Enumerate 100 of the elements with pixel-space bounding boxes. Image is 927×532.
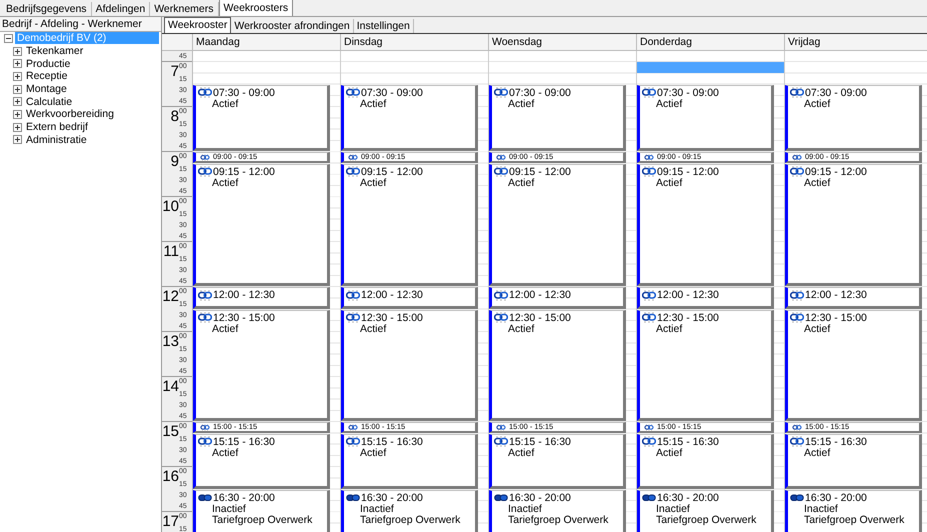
shift-label: Tariefgroep Overwerk [359,514,462,526]
shift-label: Actief [803,98,832,110]
tree-item[interactable]: Productie [24,58,72,70]
shift-block[interactable]: 16:30 - 20:00 Inactief Tariefgroep Overwerk [785,490,922,532]
shift-label: Actief [803,178,832,188]
shift-block[interactable]: 12:30 - 15:00 Actief [489,310,626,422]
shift-block[interactable]: 15:15 - 16:30 Actief [193,434,330,489]
shift-label: Actief [359,98,388,110]
expand-icon[interactable] [13,97,22,106]
shift-time: 16:30 - 20:00 [657,492,719,504]
tab[interactable]: Werkrooster afrondingen [231,19,354,33]
shift-time: 12:00 - 12:30 [509,289,571,302]
shift-block[interactable]: 09:15 - 12:00 Actief [489,164,626,286]
shift-label: Inactief [507,504,543,515]
tree-item[interactable]: Werkvoorbereiding [24,108,116,120]
shift-block[interactable]: 12:30 - 15:00 Actief [785,310,922,422]
shift-time: 12:00 - 12:30 [361,289,423,302]
shift-time: 12:00 - 12:30 [805,289,867,302]
shift-time: 09:15 - 12:00 [361,166,423,178]
shift-block[interactable]: 15:15 - 16:30 Actief [785,434,922,489]
day-header: Donderdag [637,34,785,50]
shift-time: 16:30 - 20:00 [213,492,275,504]
tree-item[interactable]: Calculatie [24,96,74,108]
hour-label: 9 [170,152,179,172]
shift-block[interactable]: 15:15 - 16:30 Actief [489,434,626,489]
shift-label: Actief [507,98,536,110]
shift-time: 09:15 - 12:00 [509,166,571,178]
tab[interactable]: Instellingen [354,19,414,33]
shift-block[interactable]: 15:15 - 16:30 Actief [341,434,478,489]
expand-icon[interactable] [13,59,22,68]
shift-label: Actief [211,98,240,110]
shift-label: Actief [211,448,240,458]
shift-label: Actief [803,448,832,458]
expand-icon[interactable] [13,84,22,94]
shift-block[interactable]: 09:15 - 12:00 Actief [785,164,922,286]
expand-icon[interactable] [13,72,22,81]
shift-block[interactable]: 16:30 - 20:00 Inactief Tariefgroep Overwerk [341,490,478,532]
shift-label: Tariefgroep Overwerk [211,514,314,526]
tab[interactable]: Weekroosters [218,0,294,16]
expand-icon[interactable] [13,135,22,144]
shift-time: 07:30 - 09:00 [361,86,423,99]
tab[interactable]: Weekrooster [164,17,232,33]
shift-block[interactable]: 12:30 - 15:00 Actief [637,310,774,422]
hour-label: 11 [162,242,179,262]
hour-label: 15 [162,422,179,442]
shift-time: 15:15 - 16:30 [805,436,867,448]
shift-block[interactable]: 12:30 - 15:00 Actief [193,310,330,422]
shift-label: Inactief [655,504,691,515]
shift-time: 07:30 - 09:00 [509,86,571,99]
day-header: Woensdag [489,34,637,50]
shift-block[interactable]: 16:30 - 20:00 Inactief Tariefgroep Overwerk [637,490,774,532]
shift-label: Actief [507,178,536,188]
shift-block[interactable]: 07:30 - 09:00 Actief [341,84,478,152]
panel-header: Bedrijf - Afdeling - Werknemer [0,17,161,32]
shift-block[interactable]: 12:30 - 15:00 Actief [341,310,478,422]
tree-item[interactable]: Montage [24,83,69,96]
shift-block[interactable]: 12:00 - 12:30 [785,287,922,309]
tree-item[interactable]: Administratie [24,134,89,146]
hour-label: 10 [162,197,179,218]
shift-time: 15:15 - 16:30 [361,436,423,448]
shift-block[interactable]: 12:00 - 12:30 [489,287,626,309]
shift-time: 12:00 - 12:30 [213,289,275,302]
collapse-icon[interactable] [4,34,13,43]
shift-label: Inactief [211,504,247,515]
shift-label: Actief [655,448,684,458]
tree-item[interactable]: Receptie [24,70,70,82]
tab[interactable]: Bedrijfsgegevens [2,2,92,16]
day-header: Maandag [193,34,341,50]
shift-time: 12:30 - 15:00 [509,312,571,324]
tree-item[interactable]: Tekenkamer [24,45,86,58]
tab[interactable]: Afdelingen [92,2,150,16]
shift-block[interactable]: 09:15 - 12:00 Actief [193,164,330,286]
shift-block[interactable]: 12:00 - 12:30 [637,287,774,309]
shift-time: 09:15 - 12:00 [657,166,719,178]
shift-block[interactable]: 07:30 - 09:00 Actief [489,84,626,152]
shift-time: 15:15 - 16:30 [213,436,275,448]
shift-time: 07:30 - 09:00 [805,86,867,99]
shift-block[interactable]: 09:15 - 12:00 Actief [637,164,774,286]
shift-label: Inactief [359,504,395,515]
shift-block[interactable]: 09:15 - 12:00 Actief [341,164,478,286]
shift-block[interactable]: 07:30 - 09:00 Actief [193,84,330,152]
shift-block[interactable]: 15:15 - 16:30 Actief [637,434,774,489]
shift-block[interactable]: 16:30 - 20:00 Inactief Tariefgroep Overwerk [193,490,330,532]
shift-block[interactable]: 16:30 - 20:00 Inactief Tariefgroep Overwerk [489,490,626,532]
shift-label: Actief [359,448,388,458]
shift-block[interactable]: 07:30 - 09:00 Actief [785,84,922,152]
shift-label: Actief [655,98,684,110]
shift-block[interactable]: 12:00 - 12:30 [193,287,330,309]
shift-block[interactable]: 07:30 - 09:00 Actief [637,84,774,152]
expand-icon[interactable] [13,122,22,132]
tree-item[interactable]: Extern bedrijf [24,121,90,134]
shift-label: Actief [655,324,684,335]
expand-icon[interactable] [13,110,22,119]
shift-block[interactable]: 12:00 - 12:30 [341,287,478,309]
hour-label: 8 [170,107,179,128]
shift-label: Actief [655,178,684,188]
hour-label: 14 [162,377,179,398]
shift-time: 16:30 - 20:00 [805,492,867,504]
expand-icon[interactable] [13,46,22,56]
shift-time: 16:30 - 20:00 [509,492,571,504]
